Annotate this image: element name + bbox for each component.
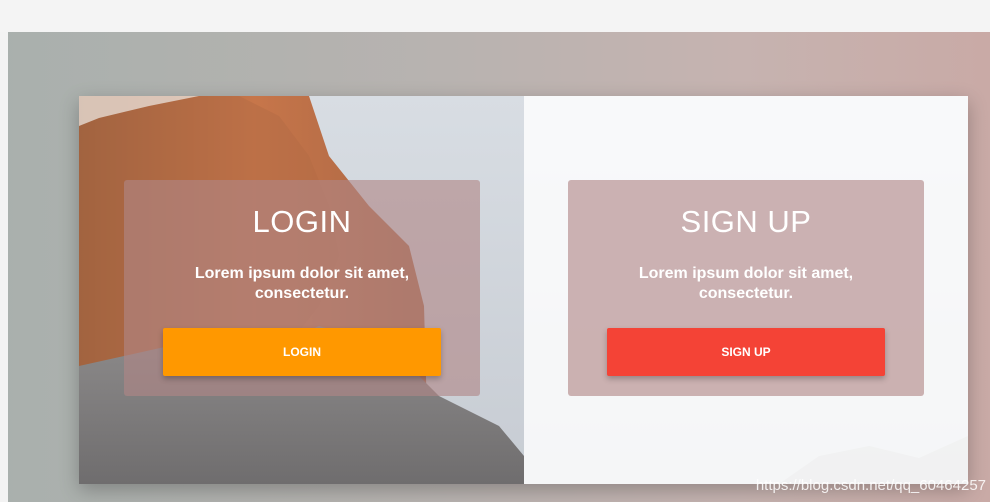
- signup-button[interactable]: SIGN UP: [607, 328, 885, 376]
- signup-title: SIGN UP: [680, 204, 812, 239]
- signup-description: Lorem ipsum dolor sit amet, consectetur.: [638, 265, 854, 302]
- signup-card: SIGN UP Lorem ipsum dolor sit amet, cons…: [568, 180, 924, 396]
- left-edge: [0, 32, 8, 502]
- top-bar: [0, 0, 990, 32]
- login-button[interactable]: LOGIN: [163, 328, 441, 376]
- login-card: LOGIN Lorem ipsum dolor sit amet, consec…: [124, 180, 480, 396]
- watermark-text: https://blog.csdn.net/qq_60464257: [755, 477, 986, 494]
- login-description: Lorem ipsum dolor sit amet, consectetur.: [194, 265, 410, 302]
- login-title: LOGIN: [252, 204, 352, 239]
